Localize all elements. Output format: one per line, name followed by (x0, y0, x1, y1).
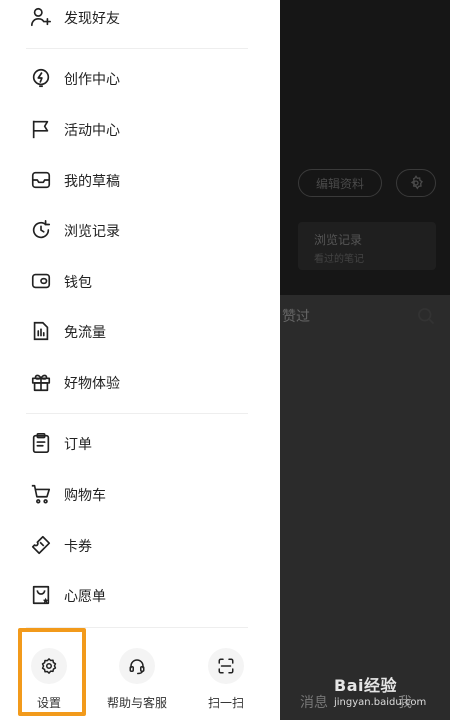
wallet-icon (30, 270, 52, 292)
divider (26, 627, 248, 628)
tab-messages[interactable]: 消息 (300, 692, 328, 712)
menu-item-label: 发现好友 (64, 11, 120, 27)
help-service-button[interactable]: 帮助与客服 (97, 648, 177, 720)
clock-history-icon (30, 219, 52, 241)
menu-item-label: 浏览记录 (64, 224, 120, 240)
menu-item-coupons[interactable]: 卡券 (0, 523, 280, 567)
scan-label: 扫一扫 (207, 696, 244, 710)
settings-button[interactable]: 设置 (9, 648, 89, 720)
lightning-icon (30, 67, 52, 89)
menu-item-label: 好物体验 (64, 376, 120, 392)
help-service-label: 帮助与客服 (106, 696, 167, 710)
menu-item-label: 购物车 (64, 488, 106, 504)
flag-icon (30, 118, 52, 140)
menu-item-activity-center[interactable]: 活动中心 (0, 107, 280, 151)
background-history-card[interactable]: 浏览记录 看过的笔记 (298, 222, 436, 270)
menu-item-free-data[interactable]: 免流量 (0, 309, 280, 353)
headset-icon (129, 659, 145, 675)
menu-item-drafts[interactable]: 我的草稿 (0, 158, 280, 202)
help-icon-circle (119, 648, 155, 684)
menu-item-label: 钱包 (64, 275, 92, 291)
menu-item-orders[interactable]: 订单 (0, 421, 280, 465)
drawer-bottom-bar: 设置 帮助与客服 扫一扫 (0, 636, 280, 720)
background-history-title: 浏览记录 (314, 233, 363, 247)
gear-icon (410, 175, 423, 190)
shopping-bag-star-icon (30, 584, 52, 606)
menu-item-label: 卡券 (64, 539, 92, 555)
background-liked-tab[interactable]: 赞过 (282, 306, 310, 326)
edit-profile-button[interactable]: 编辑资料 (298, 169, 382, 197)
scan-button[interactable]: 扫一扫 (186, 648, 266, 720)
menu-item-label: 我的草稿 (64, 174, 120, 190)
menu-item-label: 活动中心 (64, 123, 120, 139)
settings-label: 设置 (36, 696, 61, 710)
menu-item-cart[interactable]: 购物车 (0, 472, 280, 516)
background-history-sub: 看过的笔记 (314, 254, 364, 265)
scan-icon (218, 658, 234, 674)
shopping-cart-icon (30, 483, 52, 505)
clipboard-icon (30, 432, 52, 454)
watermark: Bai经验 jingyan.baidu.com (330, 668, 450, 718)
background-settings-button[interactable] (396, 169, 436, 197)
menu-item-goods-trial[interactable]: 好物体验 (0, 360, 280, 404)
inbox-icon (30, 169, 52, 191)
divider (26, 413, 248, 414)
menu-item-history[interactable]: 浏览记录 (0, 208, 280, 252)
background-content (280, 295, 450, 720)
scan-icon-circle (208, 648, 244, 684)
side-drawer: 发现好友 创作中心 活动中心 我的草稿 浏览记录 钱包 免流量 好物体验 订单 … (0, 0, 280, 720)
menu-item-label: 免流量 (64, 325, 106, 341)
background-search-button[interactable] (416, 306, 436, 326)
menu-item-wishlist[interactable]: 心愿单 (0, 573, 280, 617)
add-user-icon (30, 6, 52, 28)
menu-item-label: 创作中心 (64, 72, 120, 88)
ticket-icon (30, 534, 52, 556)
menu-item-wallet[interactable]: 钱包 (0, 259, 280, 303)
settings-icon-circle (31, 648, 67, 684)
menu-item-label: 心愿单 (64, 589, 106, 605)
watermark-logo: Bai经验 (334, 676, 397, 695)
gift-icon (30, 371, 52, 393)
data-usage-icon (30, 320, 52, 342)
search-icon (418, 308, 435, 325)
watermark-url: jingyan.baidu.com (334, 697, 427, 708)
menu-item-label: 订单 (64, 437, 92, 453)
divider (26, 48, 248, 49)
menu-item-find-friends[interactable]: 发现好友 (0, 0, 280, 39)
gear-icon (41, 658, 57, 674)
menu-item-creation-center[interactable]: 创作中心 (0, 56, 280, 100)
